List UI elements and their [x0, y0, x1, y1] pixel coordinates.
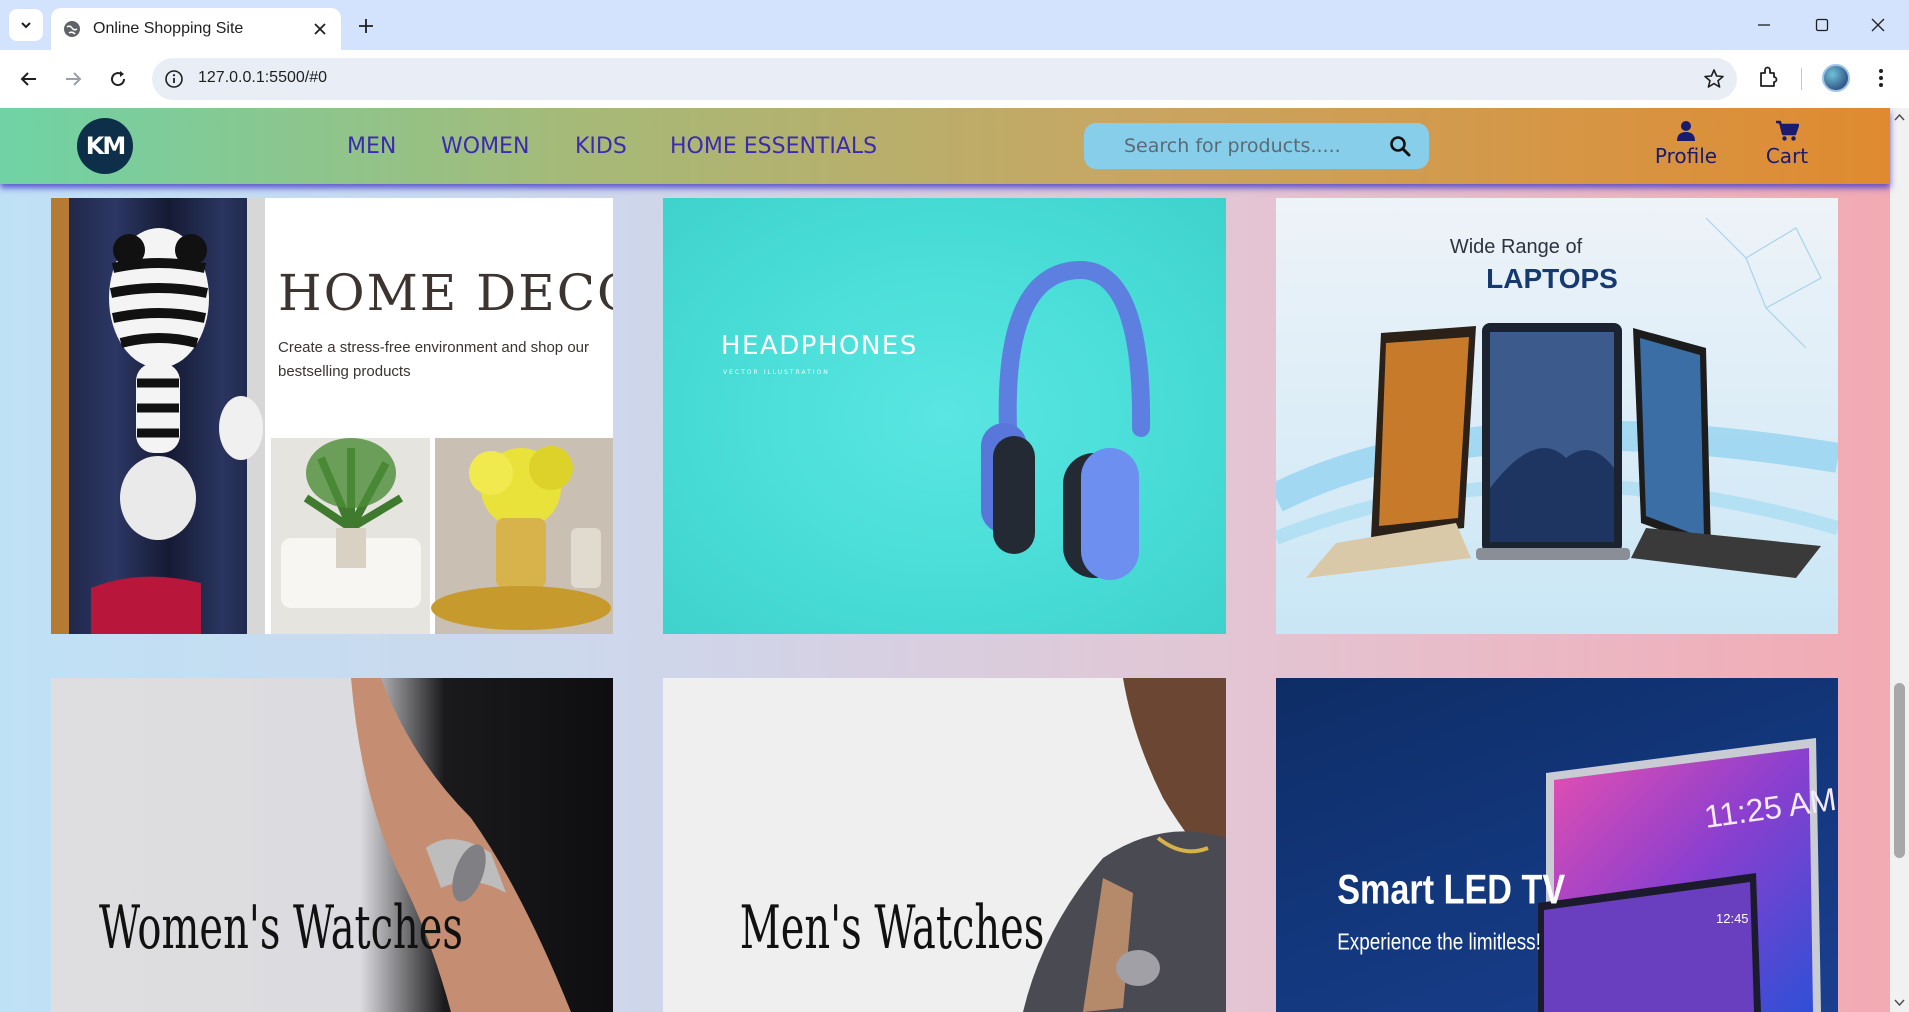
mens-watches-card[interactable]: Men's Watches — [663, 678, 1226, 1012]
scroll-down-icon[interactable] — [1894, 996, 1905, 1008]
tab-search-button[interactable] — [9, 9, 43, 41]
new-tab-button[interactable] — [352, 12, 380, 40]
headphones-caption: VECTOR ILLUSTRATION — [723, 369, 830, 376]
user-icon — [1677, 121, 1695, 141]
search-icon[interactable] — [1389, 135, 1411, 157]
site-navbar: KM MEN WOMEN KIDS HOME ESSENTIALS Profil… — [0, 108, 1890, 184]
maximize-button[interactable] — [1802, 10, 1842, 40]
arrow-right-icon — [66, 72, 82, 86]
url-text[interactable]: 127.0.0.1:5500/#0 — [198, 69, 327, 87]
home-decor-subtitle-2: bestselling products — [278, 363, 411, 380]
home-decor-subtitle-1: Create a stress-free environment and sho… — [278, 339, 589, 356]
browser-titlebar: Online Shopping Site — [0, 0, 1909, 50]
reload-button[interactable] — [103, 64, 133, 94]
headphones-card[interactable]: HEADPHONES VECTOR ILLUSTRATION — [663, 198, 1226, 634]
tab-title: Online Shopping Site — [93, 20, 244, 37]
search-input[interactable] — [1084, 123, 1384, 169]
scroll-up-icon[interactable] — [1894, 112, 1905, 124]
smart-tv-subtitle: Experience the limitless! — [1337, 930, 1541, 955]
plus-icon — [359, 19, 373, 33]
minimize-button[interactable] — [1744, 10, 1784, 40]
home-decor-image: HOME DECOR Create a stress-free environm… — [51, 198, 613, 634]
browser-menu-button[interactable] — [1870, 64, 1892, 92]
profile-avatar[interactable] — [1822, 64, 1850, 92]
cart-label: Cart — [1765, 144, 1809, 168]
back-button[interactable] — [14, 64, 44, 94]
profile-link[interactable]: Profile — [1652, 120, 1720, 168]
mens-watches-title: Men's Watches — [740, 894, 1045, 963]
close-icon[interactable] — [311, 20, 329, 38]
laptops-card[interactable]: Wide Range of LAPTOPS — [1276, 198, 1838, 634]
forward-button[interactable] — [58, 64, 88, 94]
nav-link-men[interactable]: MEN — [347, 134, 396, 159]
laptops-line2: LAPTOPS — [1486, 263, 1618, 294]
reload-icon — [111, 71, 126, 87]
headphones-image: HEADPHONES VECTOR ILLUSTRATION — [721, 260, 1151, 580]
info-icon[interactable] — [164, 69, 184, 89]
close-window-button[interactable] — [1858, 10, 1898, 40]
nav-link-kids[interactable]: KIDS — [575, 134, 627, 159]
nav-link-women[interactable]: WOMEN — [441, 134, 529, 159]
smart-tv-title: Smart LED TV — [1337, 866, 1565, 913]
womens-watches-image: Women's Watches — [99, 678, 571, 1012]
search-box — [1084, 123, 1429, 169]
laptops-image: Wide Range of LAPTOPS — [1276, 217, 1838, 578]
cart-link[interactable]: Cart — [1762, 120, 1812, 168]
womens-watches-card[interactable]: Women's Watches — [51, 678, 613, 1012]
smart-tv-image: 11:25 AM 12:45 Smart LED TV Experience t… — [1337, 738, 1838, 1012]
kebab-menu-icon — [1879, 69, 1883, 87]
site-logo[interactable]: KM — [77, 118, 133, 174]
smart-tv-card[interactable]: 11:25 AM 12:45 Smart LED TV Experience t… — [1276, 678, 1838, 1012]
profile-label: Profile — [1654, 144, 1718, 168]
arrow-left-icon — [20, 72, 36, 86]
page-scrollbar[interactable] — [1890, 108, 1909, 1012]
star-icon[interactable] — [1703, 68, 1725, 90]
cart-icon — [1776, 120, 1799, 141]
globe-icon — [64, 21, 80, 37]
browser-toolbar: 127.0.0.1:5500/#0 — [0, 50, 1909, 108]
nav-link-home-essentials[interactable]: HOME ESSENTIALS — [670, 134, 877, 159]
minimize-icon — [1758, 24, 1770, 26]
scrollbar-thumb[interactable] — [1894, 683, 1905, 858]
womens-watches-title: Women's Watches — [99, 894, 463, 963]
home-decor-title: HOME DECOR — [278, 264, 613, 322]
maximize-icon — [1815, 18, 1829, 32]
extensions-icon[interactable] — [1756, 64, 1782, 90]
toolbar-separator — [1801, 68, 1802, 90]
headphones-title: HEADPHONES — [721, 331, 918, 361]
smart-tv-time-small: 12:45 — [1716, 911, 1749, 926]
browser-tab[interactable]: Online Shopping Site — [51, 8, 341, 50]
laptops-line1: Wide Range of — [1450, 236, 1583, 258]
page-viewport: KM MEN WOMEN KIDS HOME ESSENTIALS Profil… — [0, 108, 1909, 1012]
close-window-icon — [1871, 18, 1885, 32]
chevron-down-icon — [21, 22, 31, 29]
home-decor-card[interactable]: HOME DECOR Create a stress-free environm… — [51, 198, 613, 634]
address-bar[interactable]: 127.0.0.1:5500/#0 — [152, 58, 1737, 100]
mens-watches-image: Men's Watches — [740, 678, 1226, 1012]
